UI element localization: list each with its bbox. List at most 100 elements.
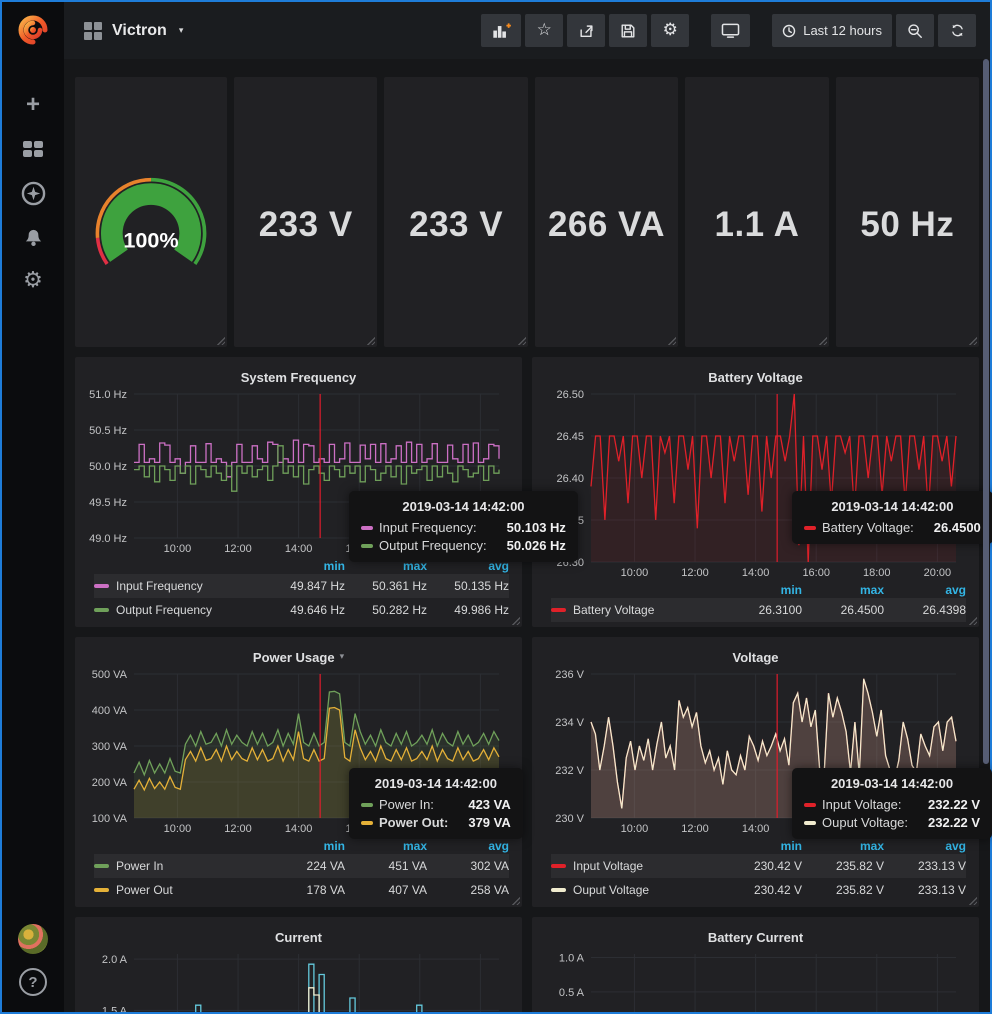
- panel-title[interactable]: Battery Current: [541, 924, 970, 948]
- dashboard-title: Victron: [112, 22, 167, 40]
- svg-text:14:00: 14:00: [285, 543, 313, 555]
- legend-header-avg[interactable]: avg: [884, 583, 966, 597]
- plot-area-battery-voltage[interactable]: 10:0012:0014:0016:0018:0020:0026.5026.45…: [541, 388, 970, 580]
- panel-title[interactable]: Current: [84, 924, 513, 948]
- graph-panel-battery-current: Battery Current10:0012:0014:0016:0018:00…: [532, 917, 979, 1012]
- svg-text:26.50: 26.50: [556, 389, 584, 401]
- series-color-swatch: [361, 526, 373, 530]
- svg-text:232 V: 232 V: [555, 765, 584, 777]
- alerting-bell-icon[interactable]: [13, 215, 53, 259]
- save-button[interactable]: [609, 14, 647, 47]
- series-color-swatch: [94, 864, 109, 868]
- plot-area-battery-current[interactable]: 10:0012:0014:0016:0018:0020:001.0 A0.5 A…: [541, 948, 970, 1012]
- svg-text:18:00: 18:00: [863, 567, 891, 579]
- clock-time-range-button[interactable]: Last 12 hours: [772, 14, 892, 47]
- panel-title-text: Voltage: [733, 650, 779, 665]
- tooltip-timestamp: 2019-03-14 14:42:00: [804, 499, 981, 514]
- share-button[interactable]: [567, 14, 605, 47]
- panel-title[interactable]: Battery Voltage: [541, 364, 970, 388]
- stat-panel-output-current: 1.1 A: [685, 77, 828, 347]
- legend-series-row[interactable]: Power Out178 VA407 VA258 VA: [94, 878, 509, 902]
- tooltip-series-label: Input Voltage:: [822, 797, 902, 812]
- legend-header-avg[interactable]: avg: [427, 839, 509, 853]
- svg-text:16:00: 16:00: [802, 567, 830, 579]
- tooltip-series-label: Battery Voltage:: [822, 520, 914, 535]
- legend-series-row[interactable]: Power In224 VA451 VA302 VA: [94, 854, 509, 878]
- tooltip-series-value: 423 VA: [454, 797, 510, 812]
- grafana-logo-icon[interactable]: [15, 12, 51, 53]
- legend-header-max[interactable]: max: [802, 583, 884, 597]
- legend-series-row[interactable]: Input Frequency49.847 Hz50.361 Hz50.135 …: [94, 574, 509, 598]
- panel-title-text: Battery Voltage: [708, 370, 802, 385]
- legend-stat-value: 26.4500: [802, 603, 884, 617]
- tooltip-series-value: 232.22 V: [914, 815, 980, 830]
- stat-value: 50 Hz: [860, 108, 954, 342]
- stat-panel-output-voltage: 233 V: [384, 77, 527, 347]
- dashboard-picker[interactable]: Victron ▾: [84, 22, 183, 40]
- legend-stat-value: 451 VA: [345, 859, 427, 873]
- panel-title[interactable]: Voltage: [541, 644, 970, 668]
- zoom-out-button[interactable]: [896, 14, 934, 47]
- svg-text:0.5 A: 0.5 A: [559, 987, 585, 999]
- tooltip-timestamp: 2019-03-14 14:42:00: [804, 776, 980, 791]
- svg-text:26.45: 26.45: [556, 431, 584, 443]
- legend-stat-value: 235.82 V: [802, 859, 884, 873]
- help-icon[interactable]: ?: [19, 968, 47, 996]
- legend-series-row[interactable]: Output Frequency49.646 Hz50.282 Hz49.986…: [94, 598, 509, 622]
- series-color-swatch: [551, 608, 566, 612]
- legend-series-row[interactable]: Battery Voltage26.310026.450026.4398: [551, 598, 966, 622]
- legend-stat-value: 26.3100: [720, 603, 802, 617]
- legend-series-name: Output Frequency: [94, 603, 263, 617]
- tooltip-series-row: Output Frequency:50.026 Hz: [361, 538, 566, 553]
- legend-series-label: Power In: [116, 859, 163, 873]
- legend-series-row[interactable]: Input Voltage230.42 V235.82 V233.13 V: [551, 854, 966, 878]
- graph-tooltip: 2019-03-14 14:42:00Power In:423 VAPower …: [349, 768, 523, 839]
- svg-text:12:00: 12:00: [224, 823, 252, 835]
- legend-header-min[interactable]: min: [263, 839, 345, 853]
- stat-panel-output-power: 266 VA: [535, 77, 678, 347]
- configuration-gear-icon[interactable]: ⚙: [13, 259, 53, 303]
- star-button[interactable]: ☆: [525, 14, 563, 47]
- legend-stat-value: 49.847 Hz: [263, 579, 345, 593]
- create-plus-icon[interactable]: +: [13, 83, 53, 127]
- legend-header-min[interactable]: min: [720, 839, 802, 853]
- star-icon: ☆: [537, 22, 552, 39]
- scrollbar-thumb[interactable]: [983, 59, 989, 764]
- svg-text:10:00: 10:00: [164, 543, 192, 555]
- refresh-icon: [950, 23, 965, 38]
- explore-compass-icon[interactable]: [13, 171, 53, 215]
- legend-series-name: Battery Voltage: [551, 603, 720, 617]
- svg-text:12:00: 12:00: [224, 543, 252, 555]
- panel-title[interactable]: System Frequency: [84, 364, 513, 388]
- sidebar: + ⚙ ?: [2, 2, 64, 1012]
- refresh-button[interactable]: [938, 14, 976, 47]
- tooltip-series-value: 50.026 Hz: [493, 538, 566, 553]
- tooltip-series-row: Input Voltage: 232.22 V: [804, 797, 980, 812]
- legend-header-min[interactable]: min: [720, 583, 802, 597]
- legend-stat-value: 235.82 V: [802, 883, 884, 897]
- legend-header-max[interactable]: max: [345, 839, 427, 853]
- time-range-label: Last 12 hours: [803, 23, 882, 38]
- graph-panel-current: Current10:0012:0014:0016:0018:0020:002.0…: [75, 917, 522, 1012]
- legend-header-max[interactable]: max: [802, 839, 884, 853]
- panel-title[interactable]: Power Usage▾: [84, 644, 513, 668]
- add-panel-button[interactable]: [481, 14, 521, 47]
- tooltip-series-value: 232.22 V: [914, 797, 980, 812]
- svg-text:50.5 Hz: 50.5 Hz: [89, 425, 127, 437]
- settings-icon: ⚙: [663, 22, 678, 39]
- legend-series-row[interactable]: Ouput Voltage230.42 V235.82 V233.13 V: [551, 878, 966, 902]
- svg-text:26.40: 26.40: [556, 473, 584, 485]
- dashboards-icon[interactable]: [13, 127, 53, 171]
- tv-button[interactable]: [711, 14, 750, 47]
- settings-button[interactable]: ⚙: [651, 14, 689, 47]
- stats-row: 100% 233 V233 V266 VA1.1 A50 Hz: [75, 77, 979, 347]
- zoom-out-icon: [907, 23, 923, 39]
- legend-header-avg[interactable]: avg: [884, 839, 966, 853]
- plot-area-current[interactable]: 10:0012:0014:0016:0018:0020:002.0 A1.5 A…: [84, 948, 513, 1012]
- user-avatar[interactable]: [18, 924, 48, 954]
- legend-header-min[interactable]: min: [263, 559, 345, 573]
- legend-stat-value: 230.42 V: [720, 883, 802, 897]
- legend-stat-value: 49.986 Hz: [427, 603, 509, 617]
- svg-text:51.0 Hz: 51.0 Hz: [89, 389, 127, 401]
- tooltip-series-row: Ouput Voltage:232.22 V: [804, 815, 980, 830]
